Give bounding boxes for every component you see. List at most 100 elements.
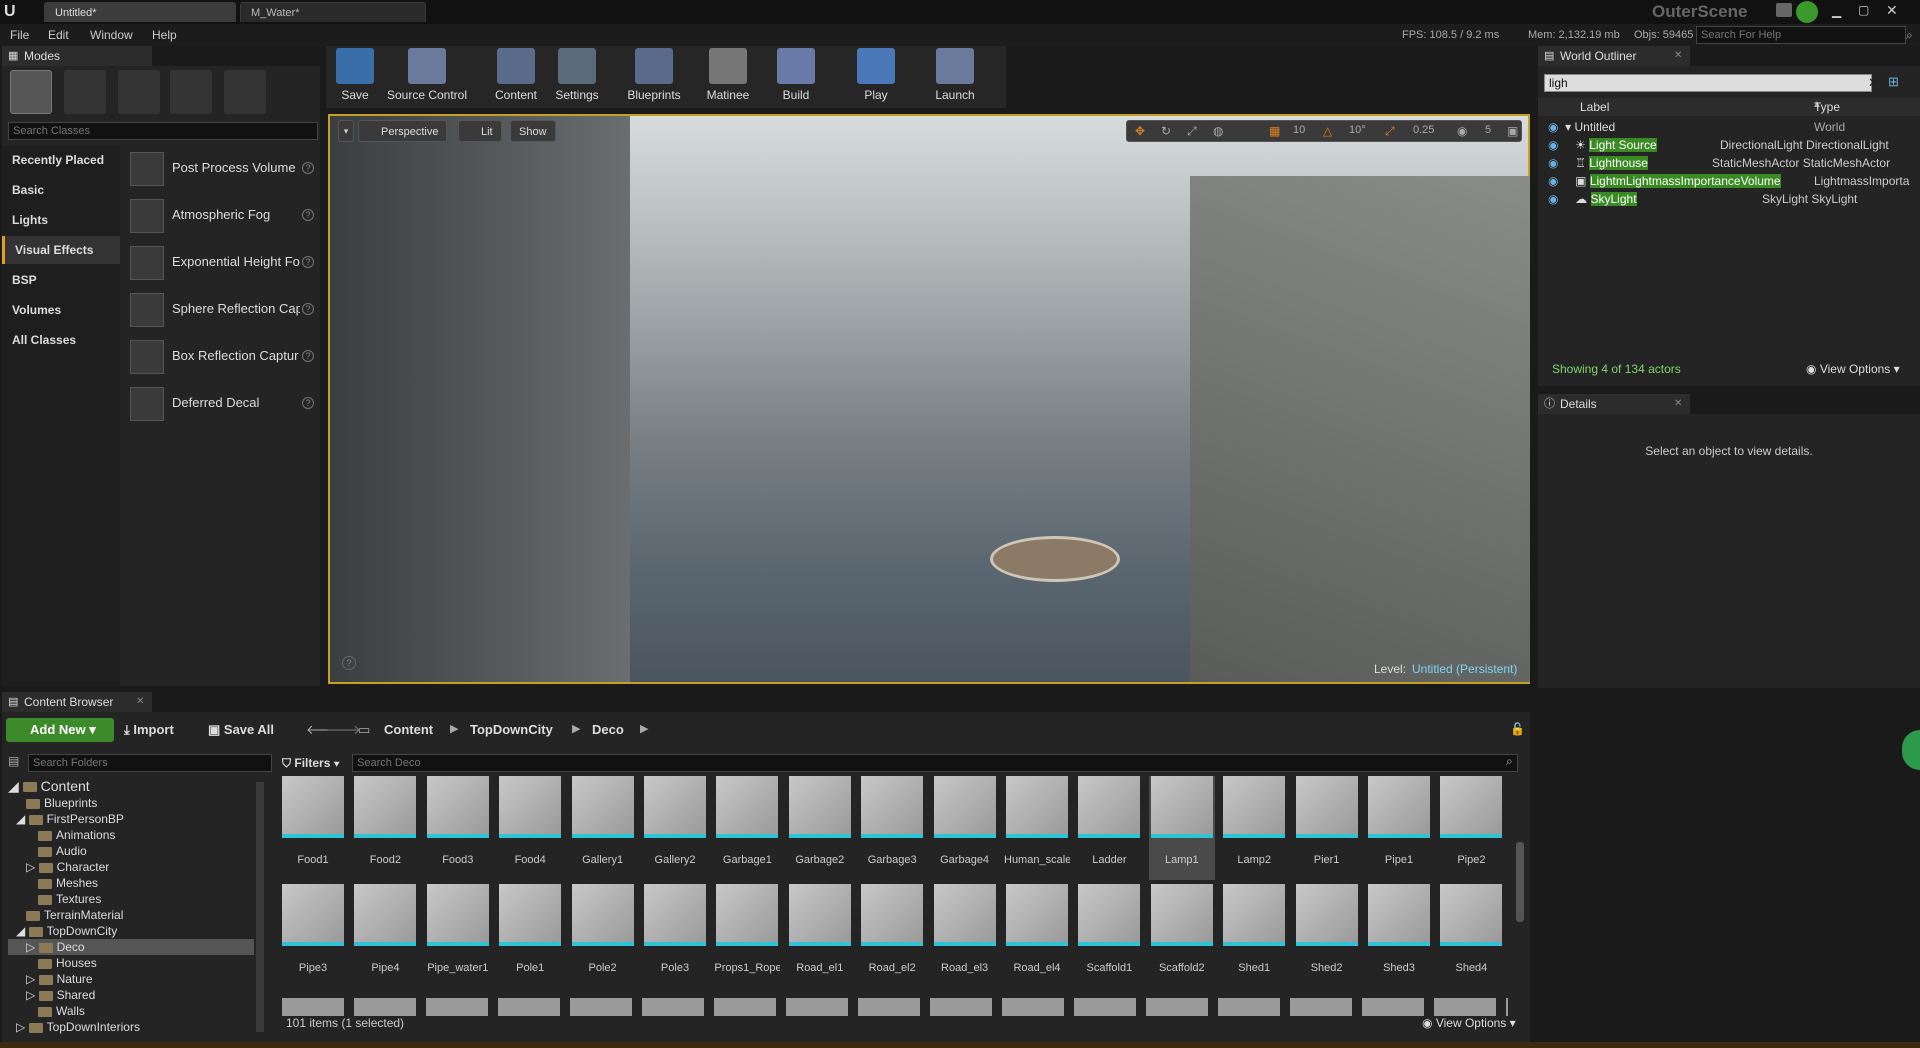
maximize-icon[interactable]: ▢ (1858, 3, 1869, 17)
help-icon[interactable]: ? (302, 350, 314, 362)
visibility-icon[interactable]: ◉ (1548, 174, 1558, 188)
translate-icon[interactable]: ✥ (1135, 124, 1145, 138)
tree-item[interactable]: Houses (38, 955, 97, 971)
category-visual-effects[interactable]: Visual Effects (2, 236, 120, 264)
asset-tile[interactable]: Human_scale (1004, 776, 1070, 880)
search-help-input[interactable] (1696, 26, 1906, 44)
tree-item[interactable]: Blueprints (26, 795, 97, 811)
modes-tab[interactable]: Modes ▦ (2, 46, 152, 66)
tree-item[interactable]: ▷ Nature (26, 971, 93, 987)
menu-help[interactable]: Help (152, 24, 177, 46)
forward-icon[interactable]: 🡒 (326, 722, 361, 738)
asset-tile[interactable]: Food4 (497, 776, 563, 880)
category-bsp[interactable]: BSP (2, 266, 120, 294)
place-item[interactable]: Deferred Decal? (126, 381, 318, 425)
level-viewport[interactable] (328, 114, 1530, 684)
asset-tile[interactable]: Pipe1 (1366, 776, 1432, 880)
landscape-mode-icon[interactable] (118, 70, 160, 114)
tree-item-selected[interactable]: ▷ Deco (8, 939, 254, 955)
asset-tile[interactable]: Shed3 (1366, 884, 1432, 988)
tree-item[interactable]: Walls (38, 1003, 85, 1019)
floating-badge-icon[interactable] (1902, 730, 1920, 770)
asset-tile[interactable]: Lamp2 (1221, 776, 1287, 880)
asset-tile[interactable]: Garbage2 (787, 776, 853, 880)
visibility-icon[interactable]: ◉ (1548, 156, 1558, 170)
place-item[interactable]: Atmospheric Fog? (126, 193, 318, 237)
tree-item[interactable]: TerrainMaterial (26, 907, 123, 923)
category-recently-placed[interactable]: Recently Placed (2, 146, 120, 174)
place-item[interactable]: Exponential Height Fo? (126, 240, 318, 284)
content-button[interactable]: Content (490, 48, 542, 106)
geometry-mode-icon[interactable] (224, 70, 266, 114)
outliner-row[interactable]: ◉ ☁ SkyLight (1548, 190, 1637, 208)
menu-edit[interactable]: Edit (48, 24, 69, 46)
visibility-icon[interactable]: ◉ (1548, 120, 1558, 134)
asset-tile[interactable]: Scaffold2 (1149, 884, 1215, 988)
tree-item[interactable]: ▷ TopDownInteriors (16, 1019, 140, 1035)
clear-search-icon[interactable]: ✕ (1868, 75, 1879, 91)
place-item[interactable]: Box Reflection Captur? (126, 334, 318, 378)
asset-tile[interactable]: Gallery1 (570, 776, 636, 880)
content-view-options[interactable]: ◉ View Options ▾ (1422, 1016, 1516, 1030)
tree-item[interactable]: Textures (38, 891, 101, 907)
search-folders-input[interactable] (28, 754, 272, 772)
path-deco[interactable]: Deco (592, 722, 624, 737)
rotation-snap-value[interactable]: 10° (1349, 124, 1366, 136)
matinee-button[interactable]: Matinee (700, 48, 756, 106)
asset-tile[interactable]: Food2 (352, 776, 418, 880)
category-lights[interactable]: Lights (2, 206, 120, 234)
asset-tile[interactable]: Lamp1 (1148, 776, 1215, 880)
outliner-row[interactable]: ◉ ▣ LightmLightmassImportanceVolume (1548, 172, 1781, 190)
help-icon[interactable]: ? (302, 162, 314, 174)
asset-tile[interactable]: Pole3 (642, 884, 708, 988)
details-tab[interactable]: Details ⓘ ✕ (1538, 394, 1690, 414)
play-button[interactable]: Play (852, 48, 900, 106)
asset-tile[interactable]: Pole1 (497, 884, 563, 988)
asset-tile[interactable]: Garbage1 (714, 776, 780, 880)
build-button[interactable]: Build (772, 48, 820, 106)
close-tab-icon[interactable]: ✕ (1674, 46, 1682, 66)
asset-tile[interactable]: Ladder (1076, 776, 1142, 880)
asset-tile[interactable]: Road_el3 (932, 884, 998, 988)
lit-button[interactable]: Lit (458, 120, 502, 142)
launch-button[interactable]: Launch (930, 48, 980, 106)
category-volumes[interactable]: Volumes (2, 296, 120, 324)
tab-m-water[interactable]: M_Water* (240, 2, 426, 22)
label-column-header[interactable]: Label (1580, 100, 1609, 114)
tree-item[interactable]: ◢ Content (8, 778, 90, 794)
world-outliner-tab[interactable]: World Outliner ▤ ✕ (1538, 46, 1690, 66)
asset-tile[interactable]: Garbage3 (859, 776, 925, 880)
asset-tile[interactable]: Pipe_water1 (425, 884, 491, 988)
help-icon[interactable]: ? (302, 303, 314, 315)
help-icon[interactable]: ? (302, 397, 314, 409)
rotate-icon[interactable]: ↻ (1161, 124, 1171, 138)
asset-tile[interactable]: Pipe3 (280, 884, 346, 988)
sources-icon[interactable]: ▤ (8, 754, 19, 768)
tree-item[interactable]: Meshes (38, 875, 98, 891)
asset-tile[interactable]: Scaffold1 (1076, 884, 1142, 988)
help-icon[interactable]: ? (302, 209, 314, 221)
outliner-row[interactable]: ◉ ♖ Lighthouse (1548, 154, 1648, 172)
scale-snap-value[interactable]: 0.25 (1413, 124, 1434, 136)
tree-item[interactable]: ◢ TopDownCity (16, 923, 117, 939)
asset-tile[interactable]: Props1_Rope1 (714, 884, 780, 988)
tab-untitled[interactable]: Untitled* (44, 2, 236, 22)
foliage-mode-icon[interactable] (170, 70, 212, 114)
asset-tile[interactable]: Food3 (425, 776, 491, 880)
menu-file[interactable]: File (10, 24, 29, 46)
type-column-header[interactable]: Type (1814, 100, 1840, 114)
tree-item[interactable]: Animations (38, 827, 115, 843)
settings-button[interactable]: Settings (550, 48, 604, 106)
grid-snap-value[interactable]: 10 (1293, 124, 1305, 136)
lock-icon[interactable]: 🔓 (1510, 722, 1525, 736)
asset-tile[interactable]: Pipe4 (352, 884, 418, 988)
visibility-icon[interactable]: ◉ (1548, 192, 1558, 206)
save-all-button[interactable]: ▣ Save All (208, 722, 274, 738)
camera-speed-icon[interactable]: ◉ (1457, 124, 1467, 138)
add-new-button[interactable]: Add New ▾ (6, 718, 114, 742)
source-control-button[interactable]: Source Control (384, 48, 470, 106)
asset-tile[interactable]: Shed4 (1438, 884, 1504, 988)
perspective-button[interactable]: Perspective (358, 120, 448, 142)
asset-tile[interactable]: Pole2 (570, 884, 636, 988)
maximize-viewport-icon[interactable]: ▣ (1507, 124, 1518, 138)
